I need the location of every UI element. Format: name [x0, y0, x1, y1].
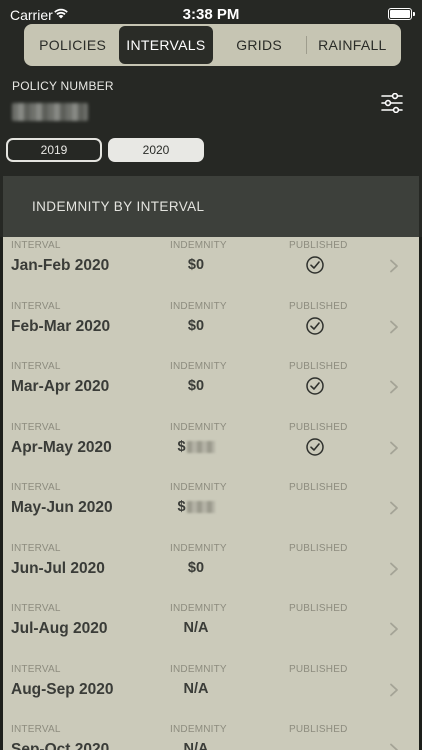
- indemnity-column-label: INDEMNITY: [170, 482, 227, 493]
- indemnity-column-label: INDEMNITY: [170, 361, 227, 372]
- year-2019-button[interactable]: 2019: [6, 138, 102, 162]
- indemnity-value: $: [177, 499, 186, 515]
- indemnity-value: $0: [187, 317, 205, 334]
- indemnity-value: N/A: [183, 741, 209, 750]
- indemnity-amount: N/A: [153, 741, 239, 750]
- indemnity-value: $0: [187, 559, 205, 576]
- interval-row[interactable]: INTERVAL INDEMNITY PUBLISHED Jun-Jul 2020 $0: [3, 540, 419, 601]
- tab-grids[interactable]: GRIDS: [213, 26, 306, 64]
- published-check-icon: [306, 316, 324, 335]
- published-check-icon: [306, 256, 324, 274]
- indemnity-column-label: INDEMNITY: [170, 542, 227, 554]
- interval-list: INTERVAL INDEMNITY PUBLISHED Jan-Feb 2020 $0…: [3, 237, 419, 750]
- published-column-label: PUBLISHED: [289, 663, 348, 675]
- interval-period: Mar-Apr 2020: [11, 378, 110, 395]
- indemnity-column-label: INDEMNITY: [170, 603, 227, 614]
- indemnity-column-label: INDEMNITY: [170, 300, 227, 312]
- interval-row[interactable]: INTERVAL INDEMNITY PUBLISHED Feb-Mar 2020 $0: [3, 298, 419, 359]
- interval-period: Jan-Feb 2020: [11, 257, 110, 274]
- published-column-label: PUBLISHED: [289, 724, 348, 735]
- indemnity-column-label: INDEMNITY: [170, 724, 227, 735]
- interval-column-label: INTERVAL: [11, 542, 61, 554]
- interval-column-label: INTERVAL: [11, 603, 61, 614]
- interval-period: Aug-Sep 2020: [11, 680, 114, 698]
- filter-settings-icon[interactable]: [381, 93, 403, 113]
- published-column-label: PUBLISHED: [289, 542, 348, 554]
- interval-column-label: INTERVAL: [11, 421, 61, 433]
- tab-rainfall[interactable]: RAINFALL: [305, 26, 399, 64]
- chevron-right-icon: [390, 320, 398, 333]
- interval-period: Feb-Mar 2020: [11, 317, 111, 335]
- chevron-right-icon: [390, 380, 398, 394]
- indemnity-amount: $0: [153, 560, 239, 576]
- indemnity-value: $0: [187, 257, 205, 273]
- interval-period: Jul-Aug 2020: [11, 620, 108, 637]
- interval-row[interactable]: INTERVAL INDEMNITY PUBLISHED Aug-Sep 2020 N/…: [3, 661, 419, 722]
- chevron-right-icon: [390, 743, 398, 750]
- interval-row[interactable]: INTERVAL INDEMNITY PUBLISHED Jul-Aug 2020 N/…: [3, 600, 419, 661]
- indemnity-column-label: INDEMNITY: [170, 663, 227, 675]
- interval-period: Sep-Oct 2020: [11, 741, 110, 750]
- chevron-right-icon: [390, 501, 398, 515]
- indemnity-value: N/A: [183, 680, 209, 697]
- published-check-icon: [306, 377, 324, 395]
- interval-row[interactable]: INTERVAL INDEMNITY PUBLISHED Mar-Apr 2020 $0: [3, 358, 419, 419]
- interval-period: May-Jun 2020: [11, 499, 113, 516]
- indemnity-value: N/A: [183, 620, 209, 636]
- section-tabs: POLICIES INTERVALS GRIDS RAINFALL: [24, 24, 401, 66]
- published-column-label: PUBLISHED: [289, 421, 348, 433]
- section-title: INDEMNITY BY INTERVAL: [32, 199, 205, 214]
- published-column-label: PUBLISHED: [289, 240, 348, 251]
- policy-number-label: POLICY NUMBER: [12, 79, 114, 93]
- interval-column-label: INTERVAL: [11, 724, 61, 735]
- chevron-right-icon: [390, 441, 398, 454]
- published-column-label: PUBLISHED: [289, 361, 348, 372]
- interval-period: Apr-May 2020: [11, 438, 112, 456]
- indemnity-column-label: INDEMNITY: [170, 240, 227, 251]
- indemnity-value: $0: [187, 378, 205, 394]
- interval-row[interactable]: INTERVAL INDEMNITY PUBLISHED Sep-Oct 2020 N/…: [3, 721, 419, 750]
- app-screen: Carrier 3:38 PM POLICIES INTERVALS GRIDS…: [0, 0, 422, 750]
- interval-column-label: INTERVAL: [11, 482, 61, 493]
- battery-icon: [388, 8, 415, 20]
- published-column-label: PUBLISHED: [289, 300, 348, 312]
- section-header: INDEMNITY BY INTERVAL: [3, 176, 419, 237]
- chevron-right-icon: [390, 259, 398, 273]
- chevron-right-icon: [390, 622, 398, 636]
- interval-column-label: INTERVAL: [11, 300, 61, 312]
- indemnity-amount: N/A: [153, 620, 239, 636]
- published-column-label: PUBLISHED: [289, 603, 348, 614]
- indemnity-redacted: [186, 501, 215, 514]
- tab-intervals[interactable]: INTERVALS: [119, 26, 213, 64]
- indemnity-amount: $0: [153, 378, 239, 394]
- interval-column-label: INTERVAL: [11, 361, 61, 372]
- indemnity-value: $: [177, 438, 186, 455]
- interval-column-label: INTERVAL: [11, 240, 61, 251]
- policy-number-redacted: [12, 103, 88, 121]
- indemnity-column-label: INDEMNITY: [170, 421, 227, 433]
- indemnity-amount: $: [153, 499, 239, 515]
- interval-column-label: INTERVAL: [11, 663, 61, 675]
- chevron-right-icon: [390, 683, 398, 696]
- indemnity-amount: $0: [153, 318, 239, 334]
- indemnity-amount: $: [153, 439, 239, 455]
- interval-period: Jun-Jul 2020: [11, 559, 105, 577]
- indemnity-amount: $0: [153, 257, 239, 273]
- interval-row[interactable]: INTERVAL INDEMNITY PUBLISHED Apr-May 2020 $: [3, 419, 419, 480]
- status-time: 3:38 PM: [182, 6, 240, 23]
- tab-policies[interactable]: POLICIES: [26, 26, 119, 64]
- indemnity-amount: N/A: [153, 681, 239, 697]
- chevron-right-icon: [390, 562, 398, 575]
- interval-row[interactable]: INTERVAL INDEMNITY PUBLISHED Jan-Feb 2020 $0: [3, 237, 419, 298]
- year-2020-button[interactable]: 2020: [108, 138, 204, 162]
- published-column-label: PUBLISHED: [289, 482, 348, 493]
- published-check-icon: [306, 437, 324, 456]
- indemnity-redacted: [186, 440, 215, 453]
- interval-row[interactable]: INTERVAL INDEMNITY PUBLISHED May-Jun 2020 $: [3, 479, 419, 540]
